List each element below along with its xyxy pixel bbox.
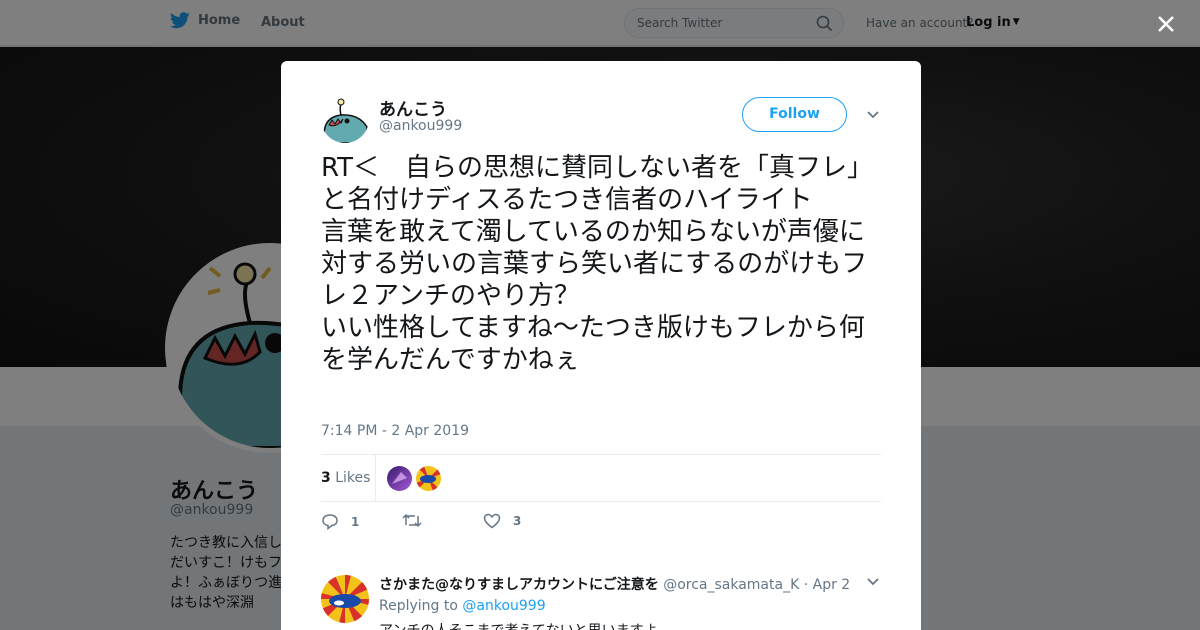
close-icon[interactable] bbox=[1152, 10, 1180, 38]
reply-separator: · bbox=[803, 577, 809, 593]
reply-date[interactable]: Apr 2 bbox=[813, 577, 851, 593]
stats-divider bbox=[375, 455, 376, 501]
author-name[interactable]: あんこう bbox=[379, 95, 447, 120]
heart-icon bbox=[483, 513, 501, 529]
like-count: 3 bbox=[513, 514, 522, 528]
tweet-text: RT＜ 自らの思想に賛同しない者を「真フレ」と名付けディスるたつき信者のハイライ… bbox=[321, 153, 874, 375]
likes-count: 3 bbox=[321, 470, 331, 486]
chevron-down-icon[interactable] bbox=[866, 110, 880, 120]
anglerfish-avatar-image bbox=[321, 95, 369, 143]
retweet-icon bbox=[402, 513, 422, 528]
liker-avatar[interactable] bbox=[387, 466, 412, 491]
author-handle[interactable]: @ankou999 bbox=[379, 118, 462, 134]
retweet-action[interactable] bbox=[402, 513, 434, 528]
tweet-stats: 3 Likes bbox=[321, 454, 881, 502]
reply-header: さかまた@なりすましアカウントにご注意を @orca_sakamata_K · … bbox=[379, 574, 850, 594]
replying-to: Replying to @ankou999 bbox=[379, 598, 546, 614]
reply-avatar[interactable] bbox=[321, 575, 369, 623]
replying-to-label: Replying to bbox=[379, 598, 458, 614]
likes-label: Likes bbox=[335, 470, 371, 486]
reply-icon bbox=[322, 514, 338, 530]
tweet-modal: あんこう @ankou999 Follow RT＜ 自らの思想に賛同しない者を「… bbox=[281, 61, 921, 630]
reply-action[interactable]: 1 bbox=[321, 513, 359, 530]
reply-author-handle[interactable]: @orca_sakamata_K bbox=[663, 577, 799, 593]
likes-stat[interactable]: 3 Likes bbox=[321, 470, 370, 486]
chevron-down-icon[interactable] bbox=[866, 577, 880, 587]
follow-button[interactable]: Follow bbox=[742, 97, 847, 132]
liker-avatar[interactable] bbox=[416, 466, 441, 491]
reply-author-name[interactable]: さかまた@なりすましアカウントにご注意を bbox=[379, 577, 659, 593]
tweet-actions: 1 3 bbox=[321, 511, 881, 535]
tweet-timestamp[interactable]: 7:14 PM - 2 Apr 2019 bbox=[321, 423, 469, 439]
like-action[interactable]: 3 bbox=[483, 513, 521, 529]
replying-to-link[interactable]: @ankou999 bbox=[462, 598, 545, 614]
reply-text: アンチの人そこまで考えてないと思いますよ bbox=[379, 620, 658, 630]
author-avatar[interactable] bbox=[321, 95, 369, 143]
reply-count: 1 bbox=[351, 514, 360, 529]
